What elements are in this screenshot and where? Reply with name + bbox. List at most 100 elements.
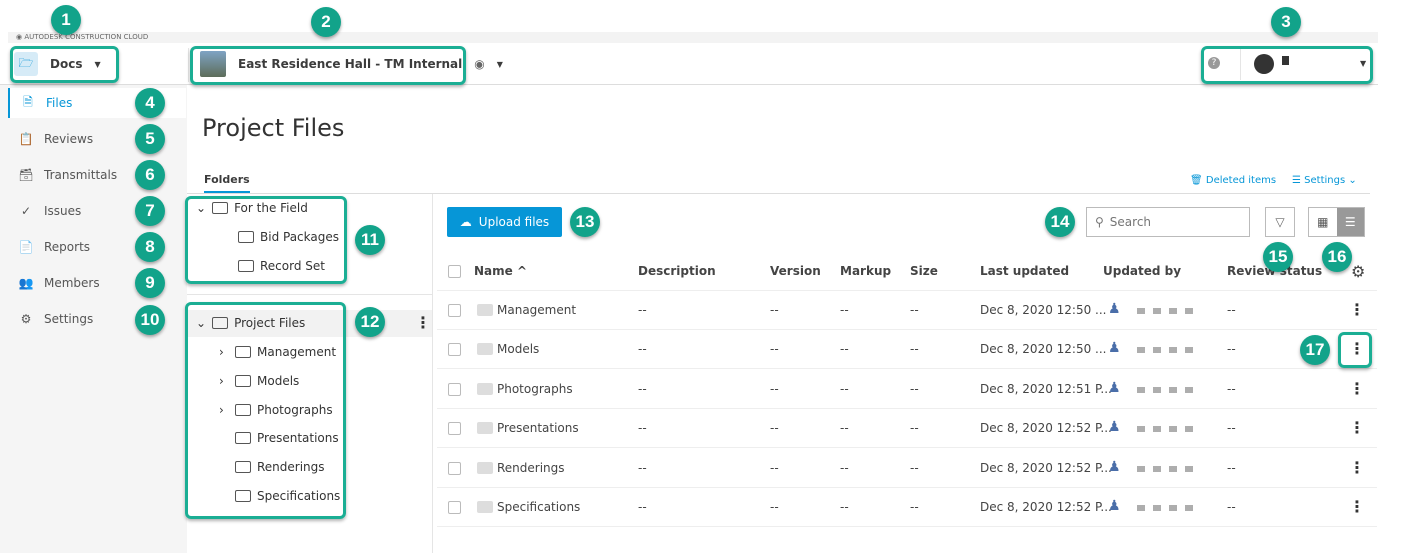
row-review-status: --: [1227, 303, 1236, 317]
callout-5: 5: [135, 124, 165, 154]
callout-12: 12: [355, 307, 385, 337]
settings-dropdown[interactable]: ☰ Settings ⌄: [1292, 175, 1357, 186]
callout-10: 10: [135, 305, 165, 335]
row-name[interactable]: Presentations: [497, 421, 579, 435]
row-size: --: [910, 460, 919, 475]
caret-down-icon: ▼: [496, 59, 503, 69]
reports-icon: 📄: [18, 240, 34, 254]
row-review-status: --: [1227, 342, 1236, 357]
upload-files-button[interactable]: ☁ Upload files: [447, 207, 562, 237]
column-header[interactable]: Updated by: [1103, 264, 1181, 278]
column-header[interactable]: Size: [910, 264, 938, 278]
trash-icon: 🗑: [1190, 175, 1203, 186]
callout-14: 14: [1045, 207, 1075, 237]
row-last-updated: Dec 8, 2020 12:52 P...: [980, 500, 1112, 514]
row-name[interactable]: Photographs: [497, 382, 573, 396]
row-name[interactable]: Management: [497, 303, 576, 317]
redacted-user: [1137, 465, 1197, 472]
filter-button[interactable]: ▽: [1265, 207, 1295, 237]
select-all-checkbox[interactable]: [448, 265, 461, 278]
row-checkbox[interactable]: [448, 343, 461, 357]
user-avatar-icon: ♟: [1108, 419, 1121, 436]
deleted-items-link[interactable]: 🗑 Deleted items: [1190, 175, 1276, 186]
table-row[interactable]: Photographs -- -- -- -- Dec 8, 2020 12:5…: [437, 370, 1377, 409]
search-input[interactable]: ⚲: [1086, 207, 1250, 237]
column-header[interactable]: Markup: [840, 264, 891, 278]
callout-box-17: [1338, 332, 1372, 368]
row-review-status: --: [1227, 421, 1236, 436]
row-checkbox[interactable]: [448, 422, 461, 436]
row-description: --: [638, 303, 647, 317]
row-review-status: --: [1227, 460, 1236, 475]
column-header[interactable]: Description: [638, 264, 716, 278]
reviews-icon: 📋: [18, 132, 34, 146]
sliders-icon: ☰: [1292, 175, 1301, 186]
row-checkbox[interactable]: [448, 461, 461, 475]
row-description: --: [638, 500, 647, 514]
callout-9: 9: [135, 268, 165, 298]
redacted-user: [1137, 308, 1197, 314]
row-version: --: [770, 342, 779, 357]
table-row[interactable]: Specifications -- -- -- -- Dec 8, 2020 1…: [437, 488, 1377, 527]
row-last-updated: Dec 8, 2020 12:50 ...: [980, 342, 1107, 357]
row-description: --: [638, 421, 647, 436]
row-size: --: [910, 500, 919, 514]
callout-box-12: [185, 302, 346, 519]
callout-box-2: [190, 46, 466, 85]
row-version: --: [770, 460, 779, 475]
table-row[interactable]: Renderings -- -- -- -- Dec 8, 2020 12:52…: [437, 449, 1377, 488]
row-more-icon[interactable]: ⋮: [1349, 379, 1365, 398]
row-last-updated: Dec 8, 2020 12:51 P...: [980, 381, 1112, 396]
column-settings-gear-icon[interactable]: ⚙: [1351, 262, 1365, 281]
view-toggle: ▦ ☰: [1308, 207, 1365, 237]
column-header[interactable]: Last updated: [980, 264, 1069, 278]
row-more-icon[interactable]: ⋮: [1349, 418, 1365, 437]
tab-folders[interactable]: Folders: [204, 173, 250, 193]
search-icon: ⚲: [1095, 215, 1104, 229]
search-field[interactable]: [1109, 215, 1230, 229]
sidebar-item-label: Members: [44, 276, 100, 290]
user-avatar-icon: ♟: [1108, 340, 1121, 357]
upload-label: Upload files: [478, 215, 550, 229]
callout-11: 11: [355, 225, 385, 255]
table-row[interactable]: Models -- -- -- -- Dec 8, 2020 12:50 ...…: [437, 330, 1377, 370]
row-checkbox[interactable]: [448, 501, 461, 514]
row-more-icon[interactable]: ⋮: [1349, 497, 1365, 516]
folder-icon: [477, 461, 493, 474]
row-more-icon[interactable]: ⋮: [1349, 300, 1365, 319]
sidebar-item-label: Settings: [44, 312, 94, 326]
row-markup: --: [840, 381, 849, 396]
folder-icon: [477, 343, 493, 356]
user-avatar-icon: ♟: [1108, 379, 1121, 396]
tree-more-icon[interactable]: ⋮: [415, 313, 431, 332]
row-description: --: [638, 381, 647, 396]
callout-box-11: [185, 196, 347, 284]
redacted-user: [1137, 347, 1197, 354]
callout-2: 2: [311, 7, 341, 37]
issues-icon: ✓: [20, 204, 32, 218]
row-name[interactable]: Renderings: [497, 461, 565, 475]
filter-icon: ▽: [1275, 215, 1285, 229]
row-more-icon[interactable]: ⋮: [1349, 458, 1365, 477]
row-review-status: --: [1227, 500, 1236, 514]
table-row[interactable]: Management -- -- -- -- Dec 8, 2020 12:50…: [437, 291, 1377, 330]
list-view-icon[interactable]: ☰: [1336, 208, 1364, 236]
grid-view-icon[interactable]: ▦: [1309, 208, 1337, 236]
table-row[interactable]: Presentations -- -- -- -- Dec 8, 2020 12…: [437, 409, 1377, 449]
row-size: --: [910, 421, 919, 436]
callout-8: 8: [135, 232, 165, 262]
callout-1: 1: [51, 5, 81, 35]
row-markup: --: [840, 303, 849, 317]
column-header[interactable]: Name ^: [474, 264, 527, 278]
row-name[interactable]: Models: [497, 342, 539, 356]
row-name[interactable]: Specifications: [497, 500, 580, 514]
callout-13: 13: [570, 207, 600, 237]
callout-6: 6: [135, 160, 165, 190]
folder-icon: [477, 501, 493, 513]
row-checkbox[interactable]: [448, 304, 461, 317]
row-checkbox[interactable]: [448, 382, 461, 396]
transmittals-icon: 🗃: [18, 168, 34, 182]
cloud-upload-icon: ☁: [459, 215, 472, 229]
row-description: --: [638, 342, 647, 357]
column-header[interactable]: Version: [770, 264, 821, 278]
